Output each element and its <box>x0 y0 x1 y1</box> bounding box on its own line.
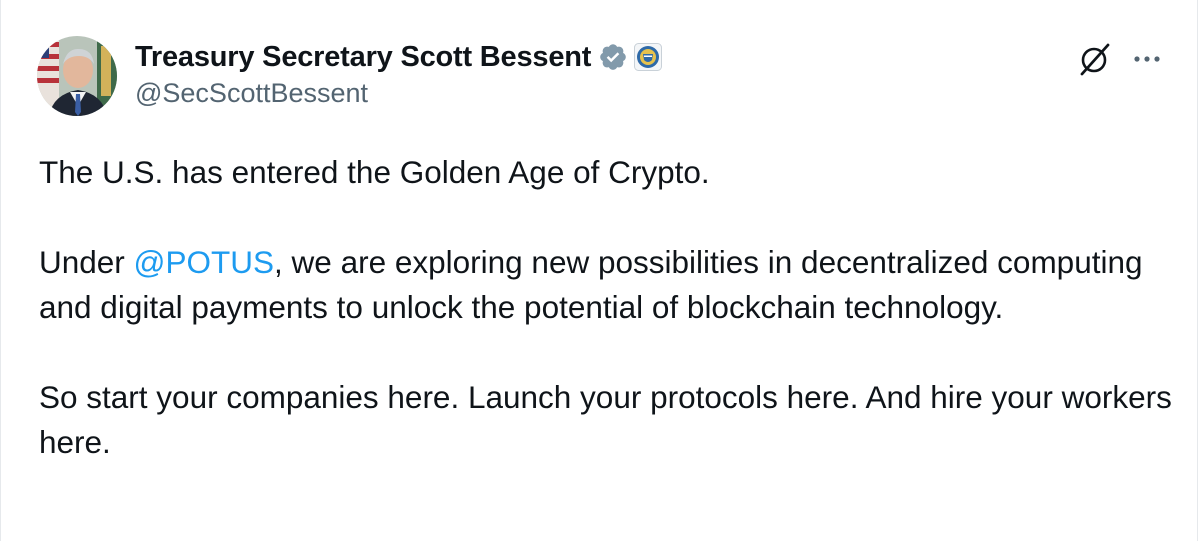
avatar[interactable] <box>37 36 117 116</box>
author-handle[interactable]: @SecScottBessent <box>135 78 368 109</box>
tweet-text-segment: Under <box>39 244 134 280</box>
tweet-text: The U.S. has entered the Golden Age of C… <box>39 150 1179 465</box>
author-display-name[interactable]: Treasury Secretary Scott Bessent <box>135 41 591 74</box>
tweet-card[interactable]: Treasury Secretary Scott Bessent @SecSco… <box>0 0 1198 541</box>
avatar-photo <box>37 36 117 116</box>
tweet-paragraph: So start your companies here. Launch you… <box>39 379 1172 460</box>
more-options-icon[interactable] <box>1127 40 1167 78</box>
author-name-row: Treasury Secretary Scott Bessent <box>135 38 663 76</box>
mention-link[interactable]: @POTUS <box>134 244 275 280</box>
grok-icon[interactable] <box>1076 40 1114 78</box>
tweet-paragraph: Under @POTUS, we are exploring new possi… <box>39 240 1179 330</box>
verified-badge-icon <box>598 42 628 72</box>
tweet-paragraph: The U.S. has entered the Golden Age of C… <box>39 154 710 190</box>
treasury-seal-icon[interactable] <box>634 43 663 71</box>
